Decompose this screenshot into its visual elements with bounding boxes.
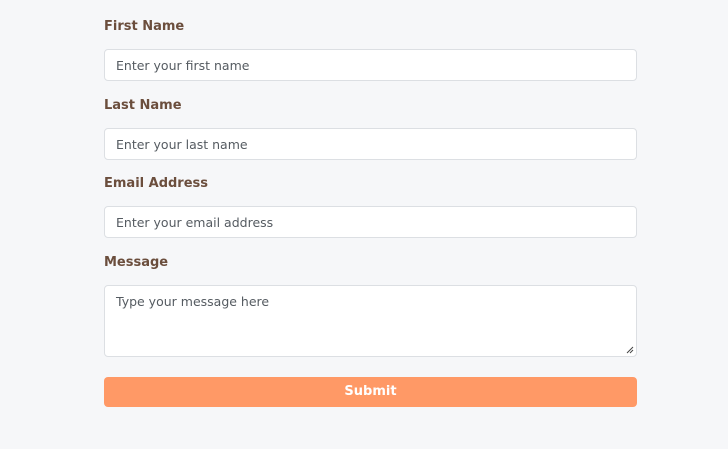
message-textarea[interactable]: Type your message here: [104, 285, 637, 357]
last-name-input[interactable]: Enter your last name: [104, 128, 637, 160]
message-placeholder: Type your message here: [116, 294, 270, 309]
first-name-label: First Name: [104, 19, 185, 34]
email-label: Email Address: [104, 176, 209, 191]
last-name-placeholder: Enter your last name: [116, 137, 248, 152]
first-name-placeholder: Enter your first name: [116, 58, 250, 73]
first-name-input[interactable]: Enter your first name: [104, 49, 637, 81]
resize-handle-icon[interactable]: [625, 345, 634, 354]
message-label: Message: [104, 255, 169, 270]
last-name-label: Last Name: [104, 98, 182, 113]
email-placeholder: Enter your email address: [116, 215, 274, 230]
submit-button[interactable]: Submit: [104, 377, 637, 407]
email-input[interactable]: Enter your email address: [104, 206, 637, 238]
